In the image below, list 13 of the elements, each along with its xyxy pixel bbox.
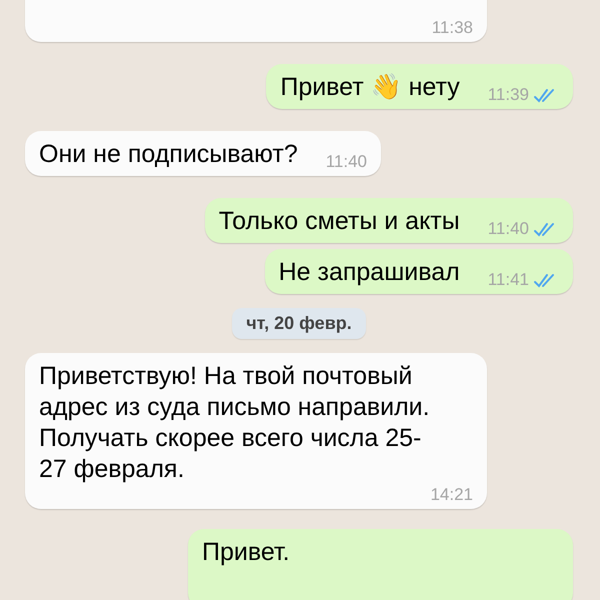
message-text: Привет.: [202, 537, 290, 568]
message-time: 11:40: [326, 152, 368, 172]
message-text: Только сметы и акты: [218, 206, 460, 237]
message-text: Они не подписывают?: [39, 139, 298, 170]
message-text: Приветствую! На твой почтовый адрес из суда письмо направили. Получать скорее всего числа 25-27 февраля.: [39, 361, 431, 485]
message-text: Не запрашивал: [278, 257, 460, 288]
message-time: 14:21: [430, 485, 473, 505]
message-text: Привет 👋 нету: [280, 72, 460, 103]
message-time: 11:38: [432, 18, 473, 38]
message-time: 11:40: [488, 219, 529, 239]
message-time: 11:39: [488, 85, 529, 105]
message-time: 11:41: [488, 270, 529, 290]
date-label: чт, 20 февр.: [232, 308, 366, 339]
